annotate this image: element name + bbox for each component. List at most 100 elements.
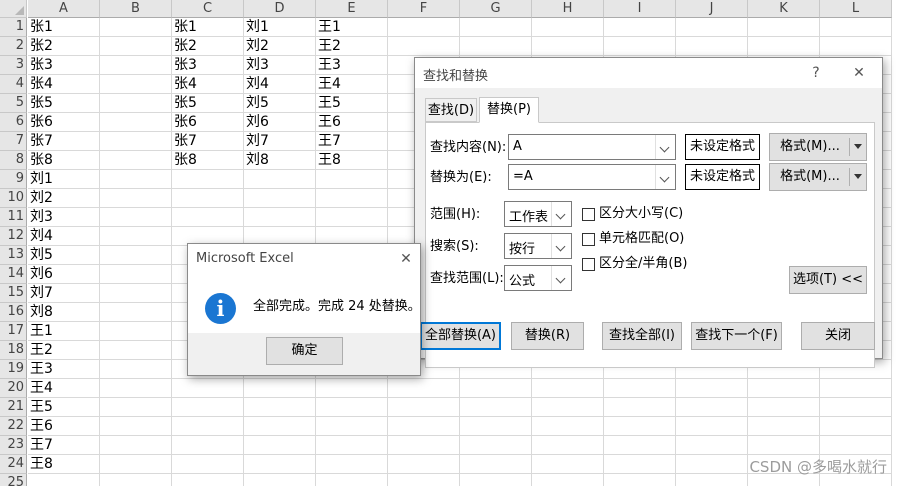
cell[interactable]	[820, 37, 892, 56]
ok-button[interactable]: 确定	[266, 337, 343, 365]
cell[interactable]	[244, 208, 316, 227]
cell[interactable]: 张7	[28, 132, 100, 151]
cell[interactable]	[532, 37, 604, 56]
column-header[interactable]: L	[820, 0, 892, 18]
cell[interactable]: 刘8	[28, 303, 100, 322]
row-header[interactable]: 7	[0, 132, 27, 151]
cell[interactable]	[100, 398, 172, 417]
cell[interactable]	[604, 398, 676, 417]
cell[interactable]	[676, 474, 748, 486]
cell[interactable]: 张2	[28, 37, 100, 56]
cell[interactable]	[604, 474, 676, 486]
cell[interactable]	[316, 170, 388, 189]
column-header[interactable]: E	[316, 0, 388, 18]
cell[interactable]: 王6	[316, 113, 388, 132]
cell[interactable]	[28, 474, 100, 486]
cell[interactable]	[460, 474, 532, 486]
cell[interactable]	[100, 18, 172, 37]
cell[interactable]	[604, 417, 676, 436]
cell[interactable]	[604, 37, 676, 56]
cell[interactable]	[172, 474, 244, 486]
match-case-label[interactable]: 区分大小写(C)	[599, 205, 683, 223]
cell[interactable]	[172, 189, 244, 208]
cell[interactable]	[100, 246, 172, 265]
row-header[interactable]: 13	[0, 246, 27, 265]
dropdown-arrow-icon[interactable]	[850, 164, 866, 190]
cell[interactable]	[100, 379, 172, 398]
column-header[interactable]: I	[604, 0, 676, 18]
find-all-button[interactable]: 查找全部(I)	[602, 322, 682, 350]
cell[interactable]	[316, 398, 388, 417]
cell[interactable]	[820, 398, 892, 417]
cell[interactable]: 刘7	[244, 132, 316, 151]
cell[interactable]	[316, 189, 388, 208]
cell[interactable]: 刘6	[28, 265, 100, 284]
column-header[interactable]: B	[100, 0, 172, 18]
row-header[interactable]: 9	[0, 170, 27, 189]
cell[interactable]	[244, 417, 316, 436]
cell[interactable]	[172, 417, 244, 436]
cell[interactable]	[244, 379, 316, 398]
chevron-down-icon[interactable]	[551, 234, 571, 258]
cell[interactable]	[388, 474, 460, 486]
cell[interactable]	[676, 455, 748, 474]
row-header[interactable]: 2	[0, 37, 27, 56]
row-header[interactable]: 17	[0, 322, 27, 341]
cell[interactable]: 刘2	[244, 37, 316, 56]
find-next-button[interactable]: 查找下一个(F)	[691, 322, 782, 350]
cell[interactable]	[532, 474, 604, 486]
tab-replace[interactable]: 替换(P)	[479, 97, 539, 123]
row-header[interactable]: 8	[0, 151, 27, 170]
cell[interactable]	[316, 436, 388, 455]
cell[interactable]: 张6	[28, 113, 100, 132]
cell[interactable]	[100, 189, 172, 208]
cell[interactable]	[460, 455, 532, 474]
cell[interactable]: 刘4	[244, 75, 316, 94]
row-header[interactable]: 20	[0, 379, 27, 398]
cell[interactable]	[748, 398, 820, 417]
cell[interactable]: 张3	[172, 56, 244, 75]
row-header[interactable]: 14	[0, 265, 27, 284]
cell[interactable]	[388, 37, 460, 56]
cell[interactable]	[532, 417, 604, 436]
message-box-titlebar[interactable]: Microsoft Excel ✕	[188, 244, 420, 274]
replace-button[interactable]: 替换(R)	[511, 322, 584, 350]
cell[interactable]	[676, 37, 748, 56]
row-header[interactable]: 22	[0, 417, 27, 436]
close-button[interactable]: 关闭	[801, 322, 875, 350]
cell[interactable]: 刘1	[244, 18, 316, 37]
replace-format-button[interactable]: 格式(M)...	[769, 163, 867, 191]
cell[interactable]: 王4	[316, 75, 388, 94]
cell[interactable]: 刘5	[28, 246, 100, 265]
cell[interactable]: 王5	[316, 94, 388, 113]
row-header[interactable]: 25	[0, 474, 27, 486]
cell[interactable]: 王8	[28, 455, 100, 474]
row-header[interactable]: 16	[0, 303, 27, 322]
cell[interactable]: 刘8	[244, 151, 316, 170]
cell[interactable]	[460, 379, 532, 398]
match-byte-label[interactable]: 区分全/半角(B)	[599, 255, 687, 273]
cell[interactable]: 王5	[28, 398, 100, 417]
cell[interactable]	[604, 455, 676, 474]
cell[interactable]	[388, 417, 460, 436]
cell[interactable]	[100, 284, 172, 303]
search-order-select[interactable]: 按行	[504, 233, 572, 259]
cell[interactable]	[172, 208, 244, 227]
cell[interactable]	[460, 436, 532, 455]
row-header[interactable]: 15	[0, 284, 27, 303]
replace-with-input[interactable]: =A	[508, 164, 676, 190]
cell[interactable]: 王3	[316, 56, 388, 75]
match-entire-cell-checkbox[interactable]	[582, 233, 595, 246]
cell[interactable]	[532, 436, 604, 455]
chevron-down-icon[interactable]	[551, 202, 571, 226]
cell[interactable]	[748, 18, 820, 37]
cell[interactable]	[460, 398, 532, 417]
cell[interactable]	[388, 455, 460, 474]
cell[interactable]	[172, 170, 244, 189]
select-all-corner[interactable]	[0, 0, 27, 18]
cell[interactable]	[100, 56, 172, 75]
cell[interactable]	[676, 379, 748, 398]
row-header[interactable]: 3	[0, 56, 27, 75]
cell[interactable]	[172, 436, 244, 455]
cell[interactable]: 刘7	[28, 284, 100, 303]
